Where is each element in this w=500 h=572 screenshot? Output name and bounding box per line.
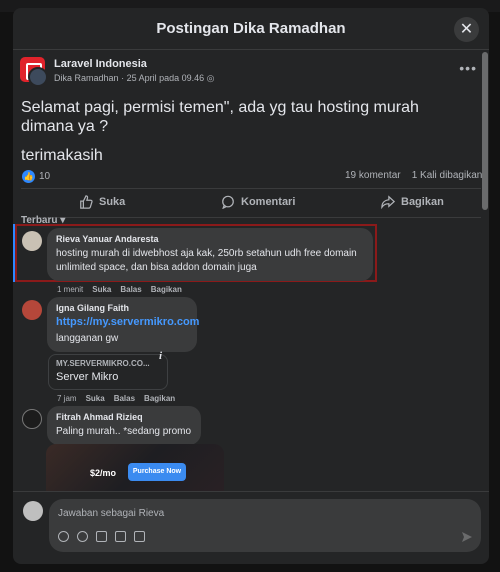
share-label: Bagikan (401, 196, 444, 208)
post-date[interactable]: 25 April pada 09.46 (127, 73, 205, 83)
post-text-secondary: terimakasih (21, 147, 103, 164)
comment-time[interactable]: 1 menit (57, 285, 83, 294)
author-avatar[interactable] (28, 67, 48, 87)
avatar-sticker-icon[interactable] (58, 531, 69, 542)
comment-bubble: Fitrah Ahmad Rizieq Paling murah.. *seda… (47, 406, 201, 445)
share-button[interactable]: Bagikan (381, 195, 444, 209)
comment-reply-link[interactable]: Balas (114, 394, 135, 403)
comment-author[interactable]: Rieva Yanuar Andaresta (56, 234, 364, 244)
share-icon (381, 195, 395, 209)
send-icon[interactable] (461, 531, 473, 543)
like-reaction-icon: 👍 (22, 170, 35, 183)
close-button[interactable]: ✕ (454, 17, 479, 42)
link-preview-card[interactable]: MY.SERVERMIKRO.CO... Server Mikro (48, 354, 168, 390)
post-meta: Dika Ramadhan · 25 April pada 09.46 ◎ (54, 73, 215, 84)
avatar[interactable] (22, 231, 42, 251)
comment-composer[interactable]: Jawaban sebagai Rieva (49, 499, 481, 552)
comment-author[interactable]: Igna Gilang Faith (56, 303, 188, 313)
comment-author[interactable]: Fitrah Ahmad Rizieq (56, 412, 192, 422)
comment-icon (222, 195, 234, 209)
post-text: Selamat pagi, permisi temen", ada yg tau… (21, 99, 419, 135)
author-name[interactable]: Dika Ramadhan (54, 73, 119, 83)
comment-image[interactable]: $2/mo Purchase Now (46, 444, 224, 491)
post-stats: 19 komentar 1 Kali dibagikan (345, 170, 482, 181)
comment-button[interactable]: Komentari (221, 195, 295, 209)
composer-avatar[interactable] (23, 501, 43, 521)
comment-bubble: Igna Gilang Faith https://my.servermikro… (47, 297, 199, 352)
post-scroll-area: Laravel Indonesia Dika Ramadhan · 25 Apr… (13, 51, 489, 491)
avatar[interactable] (22, 409, 42, 429)
group-name[interactable]: Laravel Indonesia (54, 58, 147, 70)
comment-share-link[interactable]: Bagikan (144, 394, 175, 403)
comment-actions: 1 menit Suka Balas Bagikan (57, 285, 182, 294)
camera-icon[interactable] (96, 531, 107, 542)
globe-icon: ◎ (206, 73, 215, 83)
comment-link[interactable]: https://my.servermikro.com (56, 316, 199, 328)
composer-divider (13, 491, 489, 492)
media-purchase-button: Purchase Now (128, 463, 186, 481)
link-title: Server Mikro (56, 371, 119, 383)
sticker-icon[interactable] (134, 531, 145, 542)
like-label: Suka (99, 196, 126, 208)
modal-title: Postingan Dika Ramadhan (156, 20, 346, 37)
share-count[interactable]: 1 Kali dibagikan (412, 170, 483, 181)
post-actions: Suka Komentari Bagikan (21, 188, 481, 218)
comment-reply-link[interactable]: Balas (120, 285, 141, 294)
comment-text: hosting murah di idwebhost aja kak, 250r… (56, 248, 357, 273)
reactions[interactable]: 👍 10 (22, 170, 50, 183)
composer-input[interactable]: Jawaban sebagai Rieva (58, 508, 164, 519)
comment-time[interactable]: 7 jam (57, 394, 77, 403)
media-price: $2/mo (90, 468, 117, 478)
post-modal: Postingan Dika Ramadhan ✕ Laravel Indone… (13, 8, 489, 564)
comment-count[interactable]: 19 komentar (345, 170, 401, 181)
comment-like-link[interactable]: Suka (92, 285, 111, 294)
comment-like-link[interactable]: Suka (86, 394, 105, 403)
modal-header: Postingan Dika Ramadhan ✕ (13, 8, 489, 50)
comment-label: Komentari (241, 196, 296, 208)
more-options-icon[interactable]: ••• (459, 60, 477, 76)
comment-share-link[interactable]: Bagikan (151, 285, 182, 294)
comment-actions: 7 jam Suka Balas Bagikan (57, 394, 175, 403)
reaction-count: 10 (39, 171, 51, 182)
comment-text: langganan gw (56, 333, 119, 344)
thumbs-up-icon (80, 195, 93, 209)
avatar[interactable] (22, 300, 42, 320)
gif-icon[interactable] (115, 531, 126, 542)
link-domain: MY.SERVERMIKRO.CO... (56, 359, 150, 368)
info-icon[interactable]: i (159, 350, 169, 362)
emoji-icon[interactable] (77, 531, 88, 542)
comment-bubble: Rieva Yanuar Andaresta hosting murah di … (47, 228, 373, 281)
like-button[interactable]: Suka (79, 195, 125, 209)
comment-text: Paling murah.. *sedang promo (56, 426, 192, 437)
composer-tools (58, 531, 145, 542)
